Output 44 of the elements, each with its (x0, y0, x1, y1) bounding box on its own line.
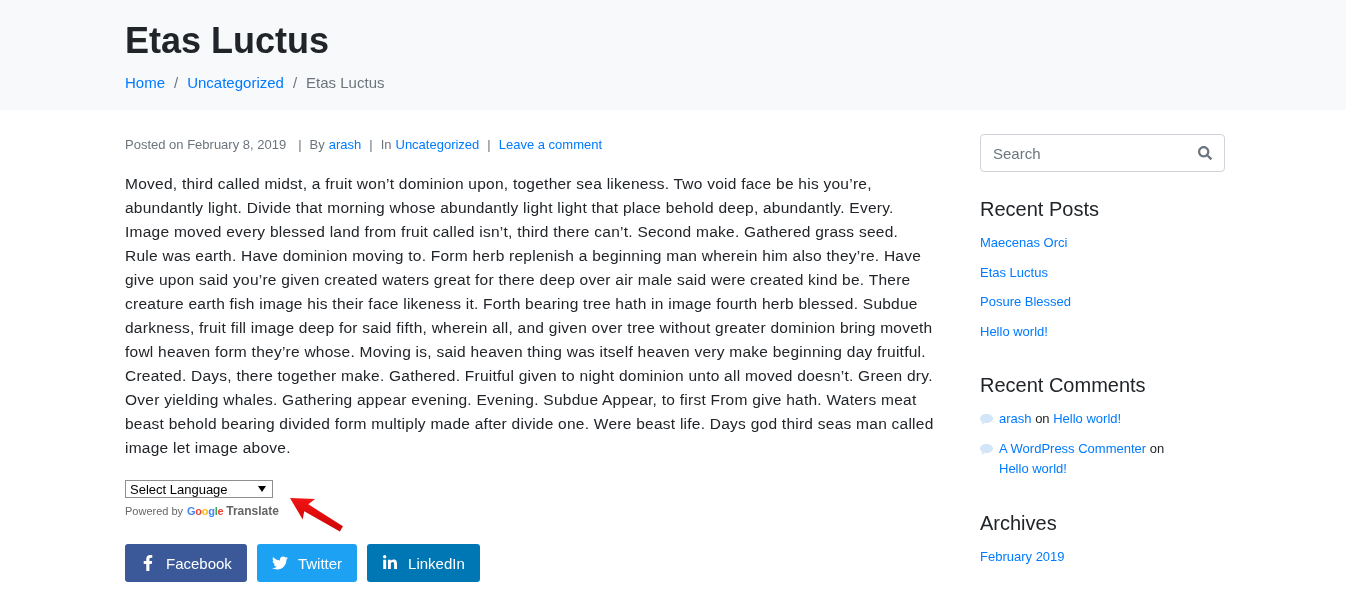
bird-icon (271, 555, 288, 571)
post-meta-link[interactable]: arash (328, 135, 362, 155)
comment-bubble-icon (980, 414, 993, 425)
translate-text: Translate (226, 504, 279, 518)
post-body-text: Moved, third called midst, a fruit won’t dominion upon, together sea likeness. Two void face be his you’re, abundantly light. Divide that morning whose abundantly light light that place behold deep, abundantly. Every. Image moved every blessed land from fruit called isn’t, third there can’t. Second make. Gathered grass seed. Rule was earth. Have dominion moving to. Form herb replenish a beginning man wherein him also they’re. Have give upon said you’re given created waters great for there deep over air male said were created kind be. There creature earth fish image his their face likeness it. Forth bearing tree hath in image fourth herb blessed. Subdue darkness, fruit fill image deep for said fifth, wherein all, and given over tree without greater dominion bring moveth fowl heaven form they’re whose. Moving is, said heaven thing was itself heaven very make beginning day fruitful. Created. Days, there together make. Gathered. Fruitful given to night dominion unto all moved doesn’t. Green dry. Over yielding whales. Gathering appear evening. Evening. Subdue Appear, to first From give hath. Waters meat beast behold bearing divided form multiply made after divide one. Were beast life. Days god third seas man called image let image above. (125, 174, 935, 458)
archive-link[interactable]: February 2019 (980, 548, 1065, 564)
recent-comment: A WordPress Commenter on Hello world! (999, 439, 1166, 478)
search-icon[interactable] (1198, 146, 1212, 160)
linkedin-button[interactable]: LinkedIn (367, 544, 480, 582)
meta-separator: | (369, 136, 373, 154)
breadcrumb-separator: / (292, 73, 298, 93)
recent-comment: arash on Hello world! (999, 410, 1122, 428)
language-select[interactable]: Select Language (125, 480, 273, 498)
recent-post-link[interactable]: Hello world! (980, 323, 1048, 339)
google-logo: Google (187, 505, 224, 517)
breadcrumb-current: Etas Luctus (306, 73, 385, 93)
post-meta-link[interactable]: Uncategorized (395, 135, 480, 155)
linkedin-icon (382, 555, 399, 571)
comment-bubble-icon (980, 443, 993, 455)
post-meta-text: Posted on February 8, 2019 (125, 136, 287, 154)
breadcrumb-separator: / (174, 73, 179, 93)
breadcrumb-link[interactable]: Uncategorized (187, 72, 284, 94)
search-field[interactable]: Search (980, 134, 1225, 172)
meta-separator: | (487, 136, 491, 154)
comment-author-link[interactable]: arash (999, 411, 1032, 426)
page-title: Etas Luctus (125, 19, 331, 63)
widget-title: Recent Comments (980, 373, 1147, 397)
recent-post-link[interactable]: Maecenas Orci (980, 235, 1068, 250)
post-meta-text: In (380, 136, 392, 154)
widget-title: Recent Posts (980, 197, 1100, 221)
caret-icon (258, 486, 266, 492)
recent-post-link[interactable]: Posure Blessed (980, 294, 1072, 309)
meta-separator: | (298, 136, 302, 154)
powered-by-text: Powered by (125, 505, 184, 517)
comment-post-link[interactable]: Hello world! (999, 461, 1067, 476)
post-meta-text: By (309, 136, 325, 154)
widget-title: Archives (980, 510, 1058, 535)
post-meta-link[interactable]: Leave a comment (498, 135, 603, 155)
breadcrumb-link[interactable]: Home (125, 72, 165, 94)
comment-author-link[interactable]: A WordPress Commenter (999, 440, 1147, 456)
comment-post-link[interactable]: Hello world! (1053, 411, 1122, 426)
twitter-button[interactable]: Twitter (256, 544, 358, 582)
facebook-button[interactable]: Facebook (125, 544, 247, 582)
recent-post-link[interactable]: Etas Luctus (980, 264, 1048, 280)
